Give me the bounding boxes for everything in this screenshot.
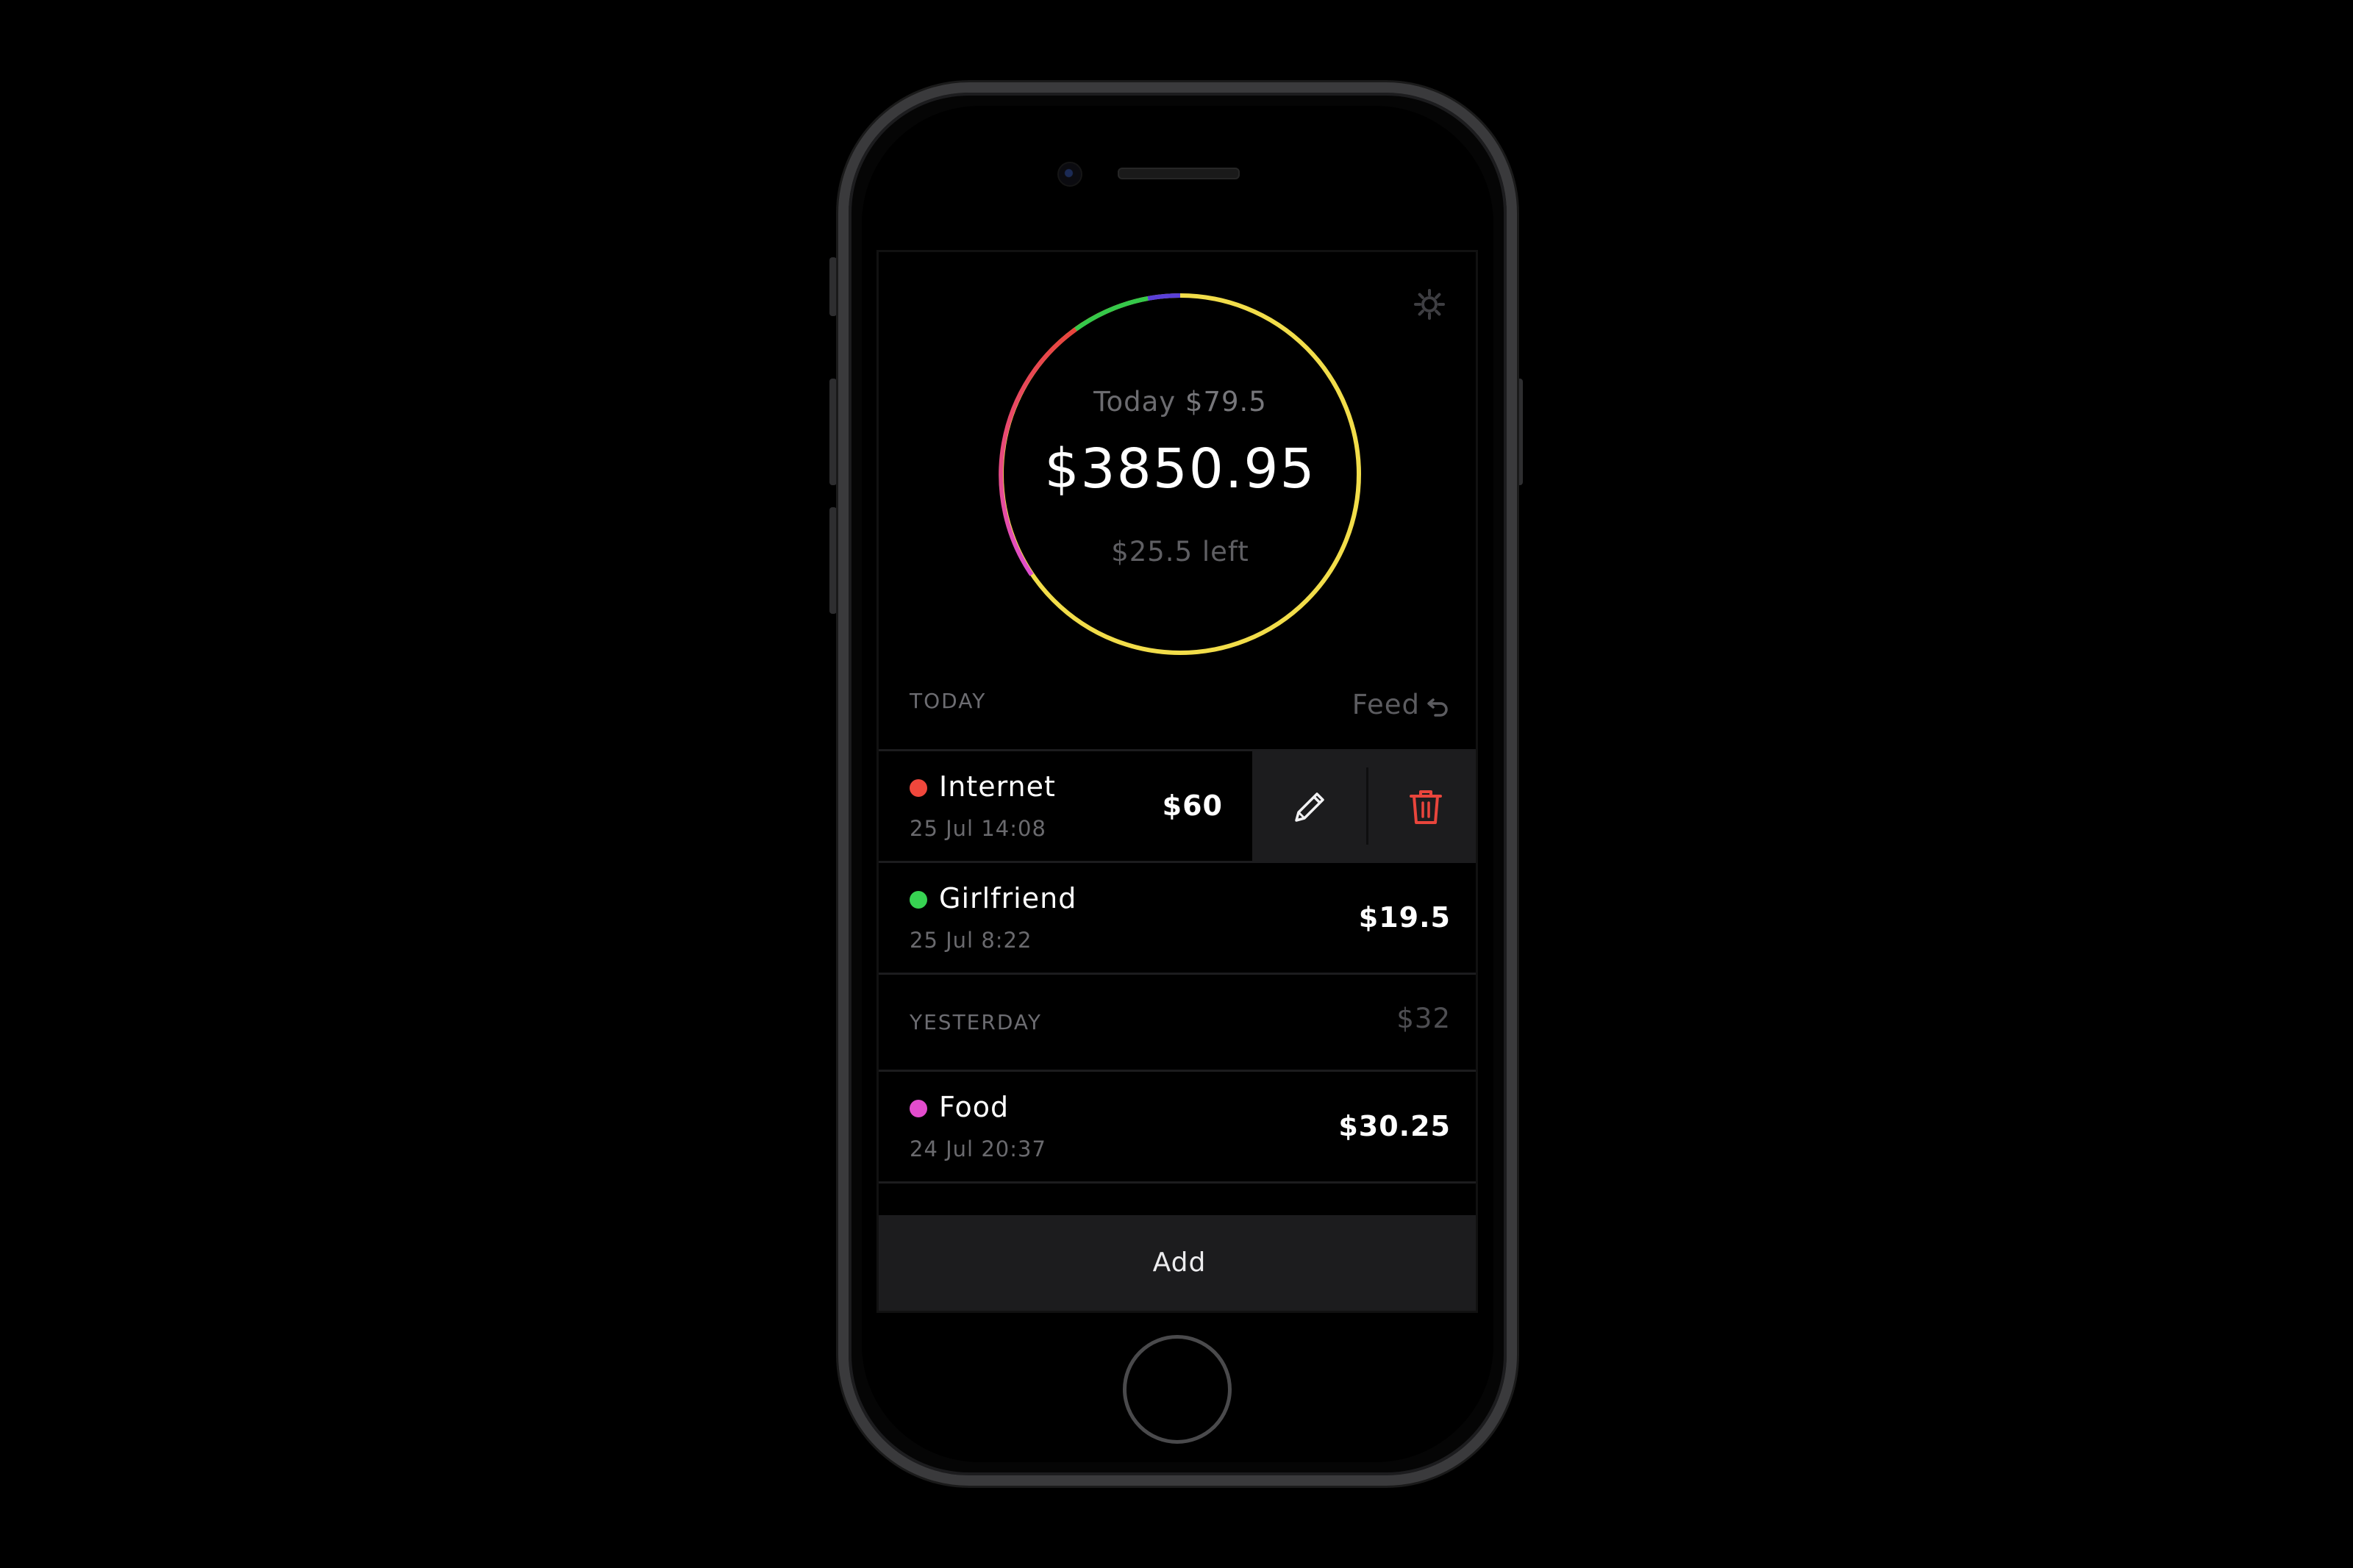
section-total-yesterday: $32 <box>1396 1003 1451 1034</box>
category-dot <box>910 779 927 797</box>
transaction-date: 25 Jul 14:08 <box>910 816 1046 841</box>
undo-arrow-icon <box>1427 698 1448 717</box>
list-item-internet[interactable]: Internet 25 Jul 14:08 $60 <box>879 749 1476 861</box>
feed-button[interactable]: Feed <box>1352 689 1451 720</box>
category-dot <box>910 891 927 909</box>
ring-segment-violet <box>1147 293 1181 301</box>
front-camera <box>1057 162 1082 187</box>
volume-up-button <box>829 379 837 485</box>
transaction-name: Food <box>939 1091 1010 1123</box>
section-label-today: TODAY <box>910 689 987 713</box>
transaction-date: 25 Jul 8:22 <box>910 928 1032 953</box>
add-button[interactable]: Add <box>879 1215 1476 1311</box>
trash-icon <box>1410 790 1442 824</box>
transaction-amount: $30.25 <box>1338 1110 1451 1142</box>
transaction-amount: $19.5 <box>1358 901 1451 934</box>
pencil-icon <box>1295 792 1324 822</box>
transaction-amount: $60 <box>1162 790 1223 822</box>
ring-segment-girlfriend <box>1074 296 1149 332</box>
edit-button[interactable] <box>1252 751 1366 861</box>
transaction-date: 24 Jul 20:37 <box>910 1136 1046 1161</box>
today-label: Today <box>1093 386 1176 418</box>
volume-down-button <box>829 507 837 614</box>
feed-label: Feed <box>1352 689 1420 720</box>
home-button[interactable] <box>1123 1335 1232 1444</box>
today-spend: Today $79.5 <box>996 386 1364 418</box>
section-header-today: TODAY Feed <box>879 679 1476 723</box>
swipe-actions <box>1252 751 1476 861</box>
stage: Today $79.5 $3850.95 $25.5 left TODAY Fe… <box>0 0 2353 1568</box>
total-balance: $3850.95 <box>1044 437 1316 501</box>
list-item-food[interactable]: Food 24 Jul 20:37 $30.25 <box>879 1070 1476 1181</box>
mute-switch <box>829 257 837 316</box>
budget-left: $25.5 left <box>1111 536 1249 568</box>
transaction-name: Internet <box>939 770 1056 803</box>
transaction-name: Girlfriend <box>939 882 1077 914</box>
category-dot <box>910 1100 927 1117</box>
section-label-yesterday: YESTERDAY <box>910 1010 1042 1034</box>
list-item-partial[interactable] <box>879 1181 1476 1211</box>
gear-icon[interactable] <box>1413 287 1446 321</box>
list-item-girlfriend[interactable]: Girlfriend 25 Jul 8:22 $19.5 <box>879 861 1476 973</box>
today-value: $79.5 <box>1185 386 1267 418</box>
delete-button[interactable] <box>1368 751 1476 861</box>
earpiece-speaker <box>1118 168 1240 179</box>
app-screen: Today $79.5 $3850.95 $25.5 left TODAY Fe… <box>876 250 1478 1313</box>
budget-ring: Today $79.5 $3850.95 $25.5 left <box>996 290 1364 658</box>
section-header-yesterday: YESTERDAY $32 <box>879 973 1476 1070</box>
